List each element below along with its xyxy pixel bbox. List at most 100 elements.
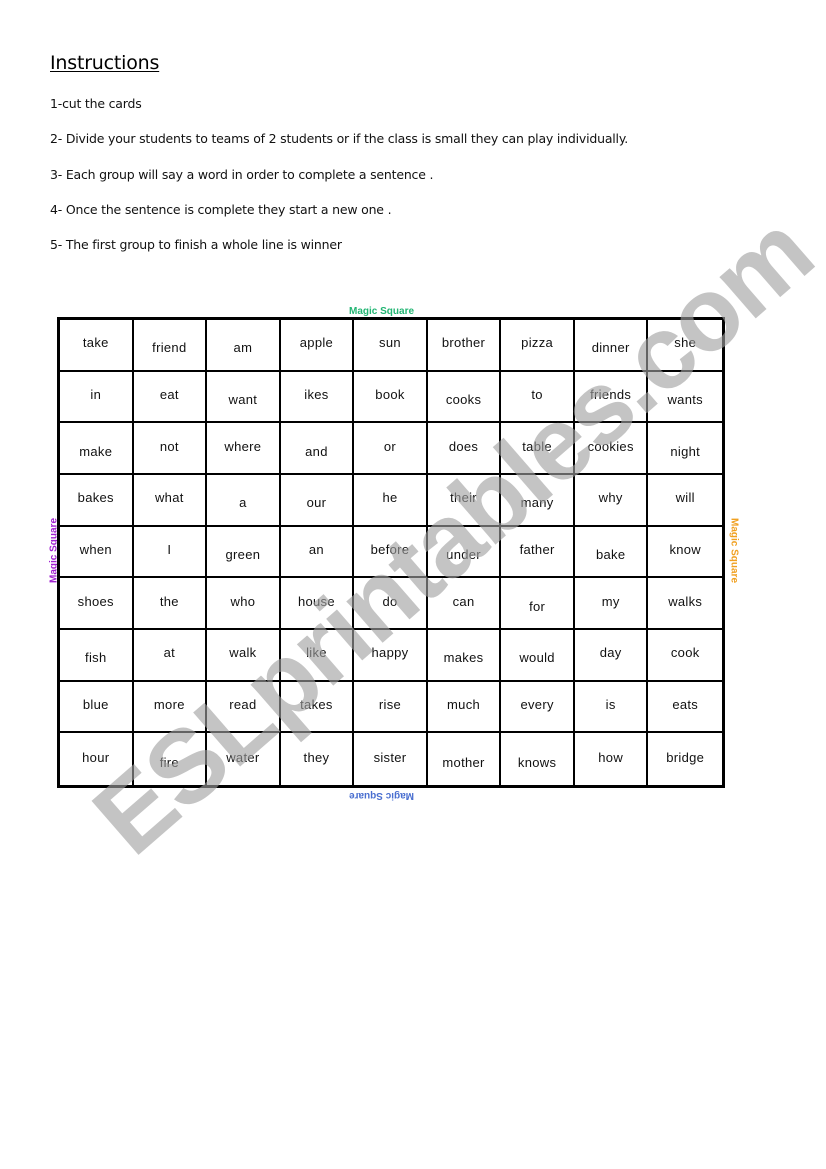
word-card-text: fire — [159, 754, 179, 770]
word-card: does — [427, 423, 502, 475]
word-card: sister — [354, 733, 428, 785]
word-card-text: cooks — [445, 391, 482, 407]
word-card: bridge — [648, 733, 722, 785]
word-card-text: an — [308, 541, 324, 557]
word-card-text: to — [531, 386, 543, 402]
word-card: hour — [60, 733, 134, 785]
word-card-text: cookies — [587, 438, 634, 454]
word-card: the — [133, 578, 208, 630]
magic-square-grid: take friend am apple sun brother pizza dinner sh… — [57, 317, 725, 788]
word-card-text: apple — [299, 335, 334, 351]
word-card-text: read — [229, 696, 257, 712]
word-card-text: who — [230, 593, 256, 609]
word-card-text: makes — [443, 650, 484, 666]
word-card: in — [60, 371, 134, 424]
word-card: our — [280, 475, 355, 527]
word-card: many — [501, 475, 575, 527]
word-card-text: will — [675, 490, 695, 506]
word-card-text: how — [598, 749, 624, 765]
word-card: table — [501, 423, 575, 475]
word-card-text: or — [383, 438, 397, 454]
word-card-text: before — [370, 541, 410, 557]
word-card-text: walk — [229, 645, 257, 661]
word-card-text: make — [79, 443, 113, 459]
instruction-step: 5- The first group to finish a whole lin… — [50, 237, 342, 252]
word-card: not — [133, 423, 208, 475]
word-card-text: where — [224, 438, 262, 454]
word-card: apple — [280, 320, 355, 372]
word-card-text: the — [159, 593, 179, 609]
word-card-text: father — [519, 541, 555, 557]
word-card-text: ikes — [304, 386, 329, 402]
word-card: at — [133, 630, 208, 682]
word-card-text: she — [674, 335, 697, 351]
word-card-text: not — [159, 438, 179, 454]
word-card: mother — [428, 733, 502, 785]
word-card-text: walks — [668, 593, 703, 609]
word-card: am — [207, 320, 281, 372]
word-card: sun — [354, 320, 428, 372]
word-card-text: mother — [442, 754, 485, 770]
magic-square-label-top: Magic Square — [349, 306, 415, 317]
word-card: eats — [648, 682, 722, 734]
word-card: she — [648, 320, 722, 372]
word-card: brother — [427, 320, 502, 372]
word-card-text: wants — [667, 391, 703, 407]
word-card: bakes — [60, 475, 134, 527]
word-card: why — [574, 475, 649, 527]
word-card: will — [648, 475, 722, 527]
word-card: dinner — [574, 320, 649, 372]
word-card-text: sun — [379, 335, 401, 351]
word-card-text: under — [446, 546, 481, 562]
word-card: do — [354, 578, 428, 630]
word-card: shoes — [60, 578, 134, 630]
word-card: rise — [354, 681, 428, 734]
word-card: eat — [133, 371, 208, 424]
word-card-text: know — [669, 541, 701, 557]
word-card-text: would — [519, 650, 555, 666]
word-card: who — [207, 578, 281, 630]
word-card-text: rise — [378, 696, 402, 712]
word-card-text: brother — [441, 335, 486, 351]
word-card: before — [354, 526, 428, 579]
word-card-text: green — [225, 546, 261, 562]
word-card: ikes — [280, 371, 355, 424]
word-card: house — [280, 578, 355, 630]
word-card: walk — [207, 630, 281, 682]
instruction-step: 4- Once the sentence is complete they st… — [50, 202, 392, 217]
instruction-step: 1-cut the cards — [50, 96, 142, 111]
word-card-text: blue — [82, 696, 109, 712]
word-card: a — [207, 475, 281, 527]
word-card-text: our — [306, 495, 327, 511]
word-card-text: is — [605, 696, 616, 712]
magic-square-label-right: Magic Square — [728, 517, 740, 584]
word-card-text: in — [90, 386, 102, 402]
word-card: night — [648, 423, 722, 475]
word-card: my — [574, 578, 649, 630]
word-card-text: every — [520, 696, 554, 712]
word-card-text: happy — [371, 645, 409, 661]
instruction-step: 3- Each group will say a word in order t… — [50, 167, 434, 182]
word-card-text: am — [233, 340, 253, 356]
word-card-text: fish — [85, 650, 107, 666]
word-card: or — [354, 423, 428, 475]
word-card-text: more — [153, 696, 185, 712]
word-card: to — [501, 371, 575, 424]
word-card-text: bridge — [666, 749, 705, 765]
word-card-text: their — [450, 490, 477, 506]
word-card-text: friend — [152, 340, 187, 356]
word-card-text: water — [226, 749, 260, 765]
word-card: takes — [280, 681, 355, 734]
word-card-text: eats — [672, 696, 699, 712]
word-card: every — [501, 681, 575, 734]
word-card-text: eat — [159, 386, 179, 402]
word-card-text: can — [452, 593, 475, 609]
word-card: where — [207, 423, 281, 475]
word-card: know — [648, 527, 722, 579]
word-card: more — [133, 681, 208, 734]
word-card: much — [427, 681, 502, 734]
word-card: want — [207, 371, 281, 424]
word-card: when — [60, 526, 134, 579]
word-card-text: take — [82, 335, 109, 351]
word-card: fish — [60, 630, 134, 682]
